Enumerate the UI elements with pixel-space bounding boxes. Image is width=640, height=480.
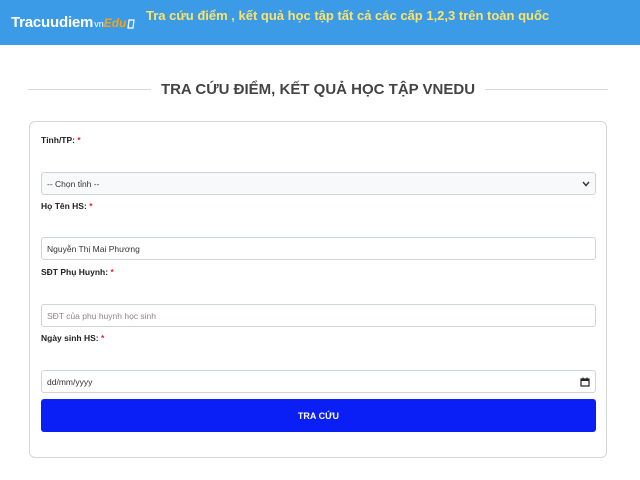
province-label: Tỉnh/TP: * — [41, 135, 81, 145]
student-name-value: Nguyễn Thị Mai Phương — [47, 243, 140, 254]
parent-phone-placeholder: SĐT của phụ huynh học sinh — [47, 310, 156, 321]
logo-text-sub: vn — [94, 18, 104, 29]
required-mark: * — [110, 267, 114, 277]
submit-button[interactable]: TRA CỨU — [41, 399, 596, 432]
parent-phone-label-text: SĐT Phụ Huynh: — [41, 267, 109, 277]
site-header: Tracuudiem vn Edu Tra cứu điểm , kết quả… — [0, 0, 640, 45]
chevron-down-icon — [582, 181, 590, 187]
province-selected-value: -- Chọn tỉnh -- — [47, 178, 100, 189]
student-name-label: Họ Tên HS: * — [41, 201, 93, 211]
parent-phone-input[interactable]: SĐT của phụ huynh học sinh — [41, 304, 596, 327]
province-label-text: Tỉnh/TP: — [41, 135, 75, 145]
student-name-label-text: Họ Tên HS: — [41, 201, 87, 211]
required-mark: * — [101, 333, 105, 343]
header-tagline: Tra cứu điểm , kết quả học tập tất cả cá… — [146, 8, 550, 23]
birth-date-placeholder: dd/mm/yyyy — [47, 376, 93, 387]
lookup-form: Tỉnh/TP: * -- Chọn tỉnh -- Họ Tên HS: * … — [29, 121, 607, 458]
birth-date-label-text: Ngày sinh HS: — [41, 333, 99, 343]
logo-text-main: Tracuudiem — [11, 14, 94, 31]
student-name-input[interactable]: Nguyễn Thị Mai Phương — [41, 237, 596, 260]
parent-phone-label: SĐT Phụ Huynh: * — [41, 267, 114, 277]
site-logo[interactable]: Tracuudiem vn Edu — [11, 0, 136, 45]
province-select[interactable]: -- Chọn tỉnh -- — [41, 172, 596, 195]
title-divider-right — [485, 88, 608, 90]
required-mark: * — [77, 135, 81, 145]
logo-mark-icon — [127, 16, 136, 29]
logo-text-edu: Edu — [103, 15, 127, 30]
birth-date-input[interactable]: dd/mm/yyyy — [41, 370, 596, 393]
page-title-row: TRA CỨU ĐIỂM, KẾT QUẢ HỌC TẬP VNEDU — [28, 78, 608, 100]
page-title: TRA CỨU ĐIỂM, KẾT QUẢ HỌC TẬP VNEDU — [160, 80, 476, 98]
required-mark: * — [89, 201, 93, 211]
birth-date-label: Ngày sinh HS: * — [41, 333, 104, 343]
title-divider-left — [28, 88, 151, 90]
calendar-icon[interactable] — [580, 377, 590, 387]
